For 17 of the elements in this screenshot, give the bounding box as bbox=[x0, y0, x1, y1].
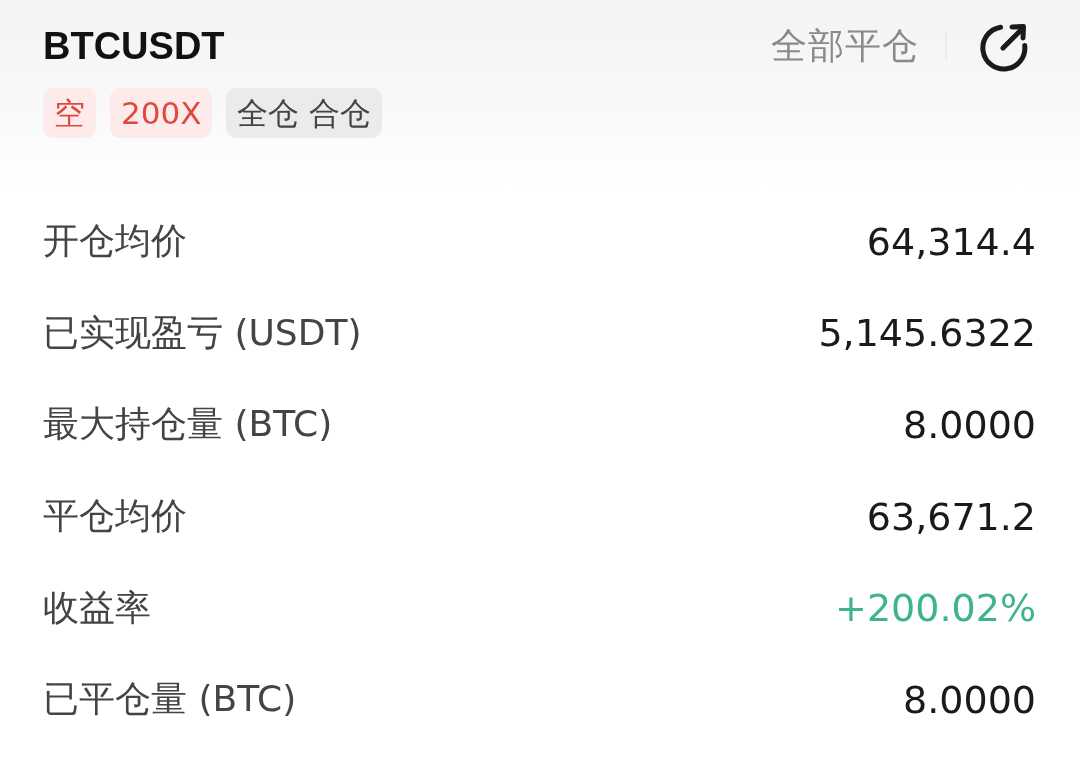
field-value: 64,314.4 bbox=[866, 219, 1036, 264]
tag: 空 bbox=[43, 88, 96, 138]
field-value: +200.02% bbox=[835, 586, 1036, 631]
field-value: 63,671.2 bbox=[866, 494, 1036, 539]
tag: 200X bbox=[110, 88, 213, 138]
field-label: 开仓均价 bbox=[43, 219, 187, 264]
close-all-button[interactable]: 全部平仓 bbox=[771, 25, 919, 67]
field-value: 8.0000 bbox=[903, 677, 1036, 722]
field-value: 5,145.6322 bbox=[818, 311, 1036, 356]
field-label: 已实现盈亏 (USDT) bbox=[43, 310, 362, 355]
field-label: 平仓均价 bbox=[43, 494, 187, 539]
field-label: 收益率 bbox=[43, 585, 151, 630]
field-label: 已平仓量 (BTC) bbox=[43, 677, 297, 722]
symbol-title: BTCUSDT bbox=[43, 25, 225, 67]
field-label: 最大持仓量 (BTC) bbox=[43, 402, 333, 447]
field-value: 8.0000 bbox=[903, 403, 1036, 447]
tag: 全仓 合仓 bbox=[226, 88, 383, 138]
